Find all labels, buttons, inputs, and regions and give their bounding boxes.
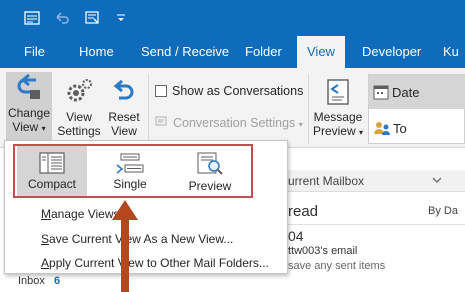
dropdown-arrow-icon[interactable] — [430, 173, 444, 190]
tab-file[interactable]: File — [24, 36, 45, 68]
customize-dropdown-icon[interactable] — [114, 8, 128, 28]
annotation-arrow-icon — [112, 200, 138, 292]
message-preview-icon — [327, 79, 349, 105]
view-gallery-highlight: Compact Single Preview — [13, 144, 253, 198]
undo-icon[interactable] — [52, 8, 72, 28]
reset-icon — [113, 79, 134, 100]
checkbox-box — [155, 85, 167, 97]
conversation-settings-button[interactable]: Conversation Settings ▾ — [155, 115, 303, 130]
menu-apply-current-view[interactable]: Apply Current View to Other Mail Folders… — [41, 256, 269, 270]
conversation-settings-label: Conversation Settings — [173, 116, 296, 130]
view-single-label: Single — [113, 177, 147, 191]
divider — [288, 224, 465, 225]
reset-view-button[interactable]: Reset View — [104, 76, 144, 146]
message-preview-button[interactable]: Message Preview ▾ — [312, 76, 364, 146]
ribbon-view: Change View ▾ View Settings Reset View S… — [0, 68, 465, 148]
group-separator — [148, 74, 149, 144]
search-scope-label: urrent Mailbox — [288, 174, 365, 188]
reset-view-label-2: View — [111, 124, 137, 138]
change-view-label-1: Change — [7, 106, 51, 120]
filter-unread-label[interactable]: read — [288, 203, 318, 220]
ribbon-tab-bar: File Home Send / Receive Folder View Dev… — [0, 36, 465, 68]
view-compact-button[interactable]: Compact — [17, 146, 87, 196]
arrangement-to[interactable]: To — [369, 113, 465, 141]
touch-mode-icon[interactable] — [82, 8, 102, 28]
view-preview-button[interactable]: Preview — [175, 146, 245, 196]
tab-developer[interactable]: Developer — [362, 36, 421, 68]
menu-apply-current-view-key: A — [41, 256, 50, 270]
view-settings-label-2: Settings — [57, 124, 101, 138]
change-view-icon — [17, 73, 40, 99]
calendar-icon — [373, 85, 389, 100]
reset-view-label-1: Reset — [108, 110, 140, 124]
view-preview-label: Preview — [188, 179, 232, 193]
view-compact-label: Compact — [27, 177, 77, 191]
arrangement-date-label: Date — [392, 85, 420, 100]
view-single-button[interactable]: Single — [97, 146, 163, 196]
mail-item-preview: save any sent items — [288, 260, 386, 272]
arrangement-date[interactable]: Date — [369, 75, 465, 109]
menu-save-current-view-key: S — [41, 232, 50, 246]
tab-folder[interactable]: Folder — [245, 36, 282, 68]
change-view-label-2: View — [12, 120, 39, 134]
tab-view[interactable]: View — [297, 36, 345, 68]
folder-inbox-count: 6 — [53, 275, 61, 287]
menu-save-current-view-label: ave Current View As a New View... — [49, 232, 234, 246]
change-view-button[interactable]: Change View ▾ — [6, 72, 52, 146]
folder-inbox-label: Inbox — [18, 275, 45, 287]
group-separator — [308, 74, 309, 144]
mail-item-title: 04 — [288, 228, 304, 244]
tab-home[interactable]: Home — [79, 36, 114, 68]
arrangement-gallery: Date To — [368, 74, 465, 144]
show-as-conversations-checkbox[interactable]: Show as Conversations — [155, 84, 303, 98]
view-settings-button[interactable]: View Settings — [56, 76, 102, 146]
message-preview-label-2: Preview — [312, 124, 356, 138]
chevron-down-icon: ▾ — [298, 120, 303, 129]
people-icon — [374, 122, 390, 135]
menu-apply-current-view-label: pply Current View to Other Mail Folders.… — [49, 256, 269, 270]
quick-access-toolbar — [0, 0, 465, 36]
show-as-conversations-label: Show as Conversations — [172, 84, 304, 98]
chevron-down-icon: ▾ — [41, 124, 46, 133]
send-receive-icon[interactable] — [22, 8, 42, 28]
mail-item-from: ttw003's email — [288, 245, 358, 257]
search-scope-bar[interactable]: urrent Mailbox — [288, 170, 465, 192]
view-settings-label-1: View — [66, 110, 92, 124]
tab-kutools[interactable]: Ku — [443, 36, 459, 68]
preview-view-icon — [197, 152, 223, 175]
message-preview-label-1: Message — [313, 110, 363, 124]
gear-icon — [67, 79, 92, 102]
change-view-dropdown: Compact Single Preview Manage Views... S… — [4, 140, 288, 274]
compact-view-icon — [39, 152, 65, 174]
menu-manage-views-key: M — [41, 207, 51, 221]
sort-by-label[interactable]: By Da — [428, 205, 458, 217]
conversation-settings-icon — [155, 116, 167, 126]
tab-send-receive[interactable]: Send / Receive — [141, 36, 229, 68]
folder-inbox[interactable]: Inbox 6 — [18, 275, 60, 287]
single-view-icon — [116, 153, 144, 174]
chevron-down-icon: ▾ — [359, 128, 364, 137]
arrangement-to-label: To — [393, 121, 407, 136]
